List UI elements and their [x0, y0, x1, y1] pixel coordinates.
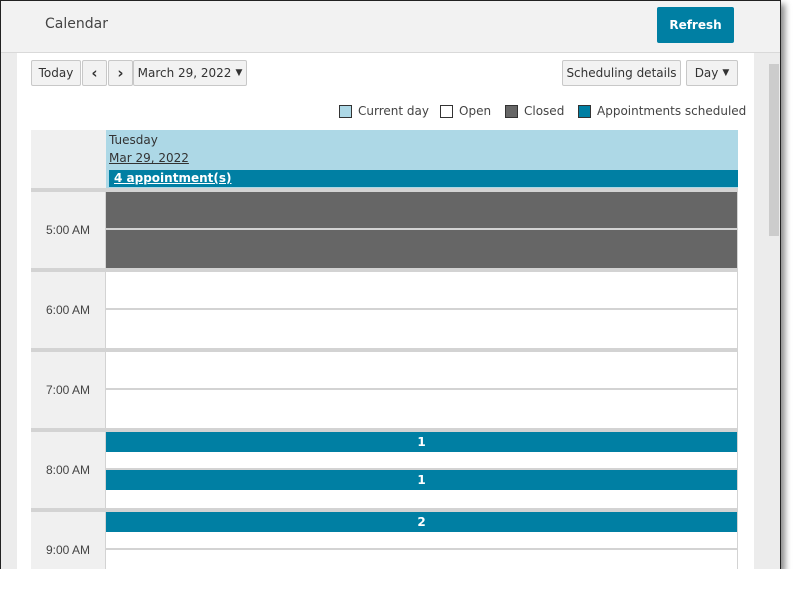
legend-label: Current day [358, 104, 429, 118]
chevron-right-icon: › [117, 64, 124, 82]
chevron-down-icon: ▼ [722, 68, 730, 78]
appointments-swatch [578, 104, 591, 118]
day-header: Tuesday Mar 29, 2022 4 appointment(s) [106, 130, 738, 188]
closed-slot[interactable] [106, 192, 737, 230]
scrollbar-thumb[interactable] [769, 64, 779, 236]
legend-closed: Closed [505, 103, 564, 119]
closed-swatch [505, 104, 518, 118]
page-title: Calendar [45, 16, 108, 32]
right-gutter [754, 53, 768, 569]
hour-row: 6:00 AM [31, 268, 738, 348]
date-picker-button[interactable]: March 29, 2022 ▼ [133, 60, 247, 86]
legend-open: Open [440, 103, 491, 119]
header: Calendar Refresh [1, 1, 780, 53]
time-column-header [31, 130, 106, 188]
day-date-link[interactable]: Mar 29, 2022 [109, 151, 189, 165]
view-select[interactable]: Day ▼ [686, 60, 738, 86]
current-day-swatch [339, 104, 352, 118]
scheduling-details-button[interactable]: Scheduling details [562, 60, 681, 86]
open-swatch [440, 104, 453, 118]
view-label: Day [694, 66, 719, 80]
day-name: Tuesday [109, 133, 158, 147]
hour-row: 8:00 AM 1 1 [31, 428, 738, 508]
open-slot[interactable] [106, 310, 737, 348]
booked-slot[interactable]: 1 [106, 432, 737, 470]
booked-slot[interactable]: 1 [106, 470, 737, 508]
closed-slot[interactable] [106, 230, 737, 268]
next-button[interactable]: › [108, 60, 133, 86]
hour-label: 5:00 AM [31, 192, 106, 268]
hour-row: 5:00 AM [31, 188, 738, 268]
appointments-count-link[interactable]: 4 appointment(s) [109, 170, 738, 187]
appointment-count-bar[interactable]: 2 [106, 512, 737, 532]
hour-label: 6:00 AM [31, 272, 106, 348]
hour-label: 7:00 AM [31, 352, 106, 428]
chevron-down-icon: ▼ [235, 68, 243, 78]
open-slot[interactable] [106, 390, 737, 428]
legend-current-day: Current day [339, 103, 429, 119]
appointment-count-bar[interactable]: 1 [106, 470, 737, 490]
hour-row: 7:00 AM [31, 348, 738, 428]
torn-edge [0, 569, 794, 589]
chevron-left-icon: ‹ [91, 64, 98, 82]
today-label: Today [38, 66, 74, 80]
open-slot[interactable] [106, 272, 737, 310]
today-button[interactable]: Today [31, 60, 81, 86]
refresh-button[interactable]: Refresh [657, 7, 734, 43]
hour-slots [106, 272, 738, 348]
date-label: March 29, 2022 [137, 66, 232, 80]
legend-label: Appointments scheduled [597, 104, 747, 118]
scheduling-details-label: Scheduling details [566, 66, 677, 80]
hour-slots [106, 352, 738, 428]
legend-label: Closed [524, 104, 565, 118]
hour-slots [106, 192, 738, 268]
hour-slots: 11 [106, 432, 738, 508]
booked-slot[interactable]: 2 [106, 512, 737, 550]
legend-label: Open [459, 104, 492, 118]
open-slot[interactable] [106, 352, 737, 390]
prev-button[interactable]: ‹ [82, 60, 107, 86]
legend-appointments: Appointments scheduled [578, 103, 746, 119]
hour-label: 8:00 AM [31, 432, 106, 508]
appointment-count-bar[interactable]: 1 [106, 432, 737, 452]
